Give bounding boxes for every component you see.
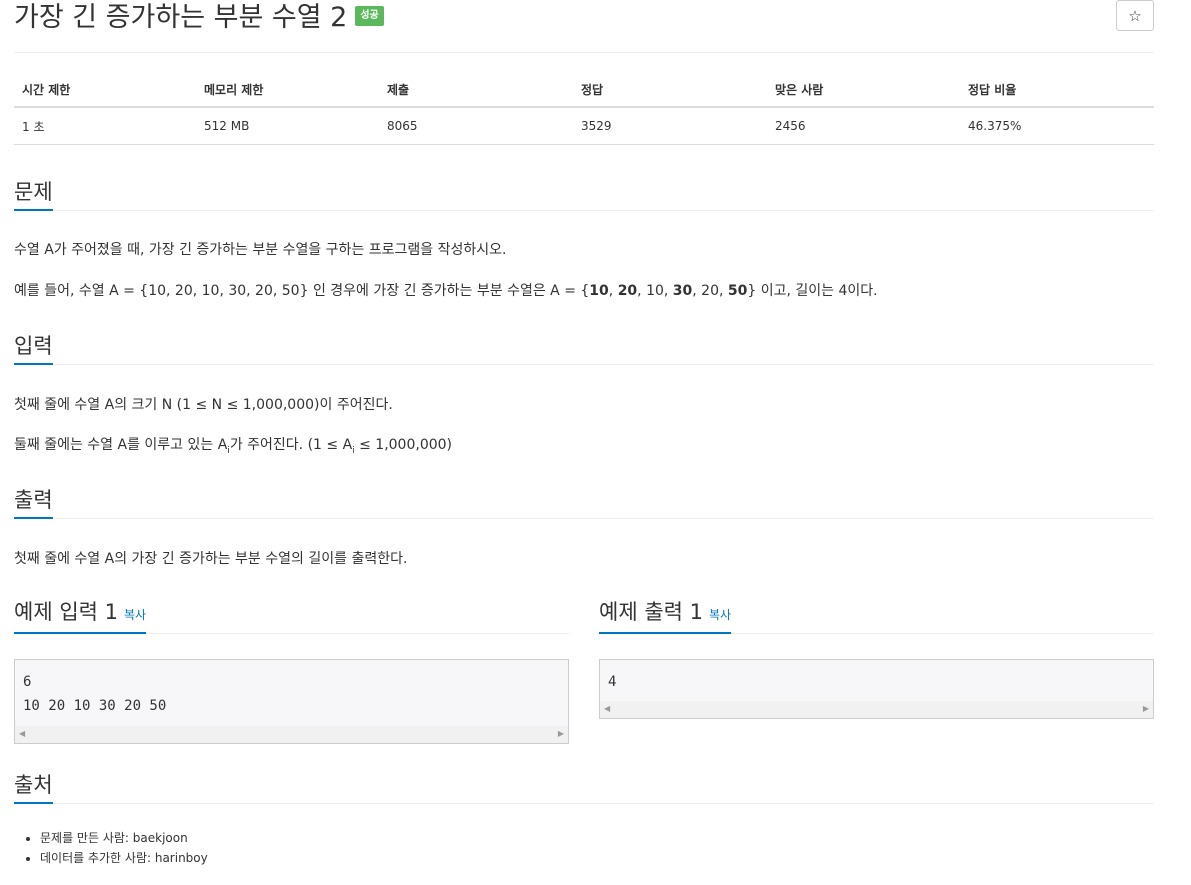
sample-input-content: 6 10 20 10 30 20 50: [23, 674, 167, 714]
horizontal-scrollbar[interactable]: ◀ ▶: [600, 701, 1153, 718]
header-accepted: 정답: [573, 72, 767, 108]
header-accept-ratio: 정답 비율: [960, 72, 1154, 108]
sample-output-box: 4 ◀ ▶: [599, 659, 1154, 719]
sample-input-header: 예제 입력 1 복사: [14, 597, 569, 634]
list-item: 데이터를 추가한 사람: harinboy: [40, 848, 208, 868]
problem-text-2-part: 예를 들어, 수열 A = {10, 20, 10, 30, 20, 50} 인…: [14, 283, 590, 299]
header-solved-users: 맞은 사람: [767, 72, 960, 108]
problem-page: 가장 긴 증가하는 부분 수열 2 성공 ☆ 시간 제한 메모리 제한 제출 정답…: [14, 0, 1154, 804]
output-section-header: 출력: [14, 482, 1154, 519]
sample-input-heading: 예제 입력 1 복사: [14, 596, 147, 634]
input-text-2-part: ≤ 1,000,000): [354, 437, 452, 453]
list-item: 문제를 만든 사람: baekjoon: [40, 828, 208, 848]
problem-text-2-part: , 20,: [692, 283, 728, 299]
problem-text-2-part: } 이고, 길이는 4이다.: [747, 283, 878, 299]
value-submissions: 8065: [379, 107, 573, 145]
problem-text-2-part: , 10,: [637, 283, 673, 299]
horizontal-scrollbar[interactable]: ◀ ▶: [15, 726, 568, 743]
sample-input-box: 6 10 20 10 30 20 50 ◀ ▶: [14, 659, 569, 744]
scroll-left-icon[interactable]: ◀: [19, 729, 25, 738]
problem-section-header: 문제: [14, 174, 1154, 211]
info-value-row: 1 초 512 MB 8065 3529 2456 46.375%: [14, 107, 1154, 145]
scroll-left-icon[interactable]: ◀: [604, 704, 610, 713]
input-heading: 입력: [14, 330, 53, 365]
star-button[interactable]: ☆: [1116, 0, 1154, 31]
output-heading: 출력: [14, 484, 53, 519]
problem-text-bold: 50: [727, 283, 748, 299]
scroll-right-icon[interactable]: ▶: [1143, 704, 1149, 713]
sample-output-content: 4: [608, 674, 617, 690]
star-icon: ☆: [1128, 7, 1142, 25]
sample-input-title: 예제 입력 1: [14, 600, 118, 624]
value-accept-ratio: 46.375%: [960, 107, 1154, 145]
problem-text-bold: 10: [589, 283, 609, 299]
output-text-1: 첫째 줄에 수열 A의 가장 긴 증가하는 부분 수열의 길이를 출력한다.: [14, 551, 408, 567]
input-text-2-part: 둘째 줄에는 수열 A를 이루고 있는 A: [14, 437, 228, 453]
sample-output-header: 예제 출력 1 복사: [599, 597, 1154, 634]
problem-text-2-part: ,: [608, 283, 618, 299]
page-title: 가장 긴 증가하는 부분 수열 2 성공: [14, 0, 384, 36]
problem-info-table: 시간 제한 메모리 제한 제출 정답 맞은 사람 정답 비율 1 초 512 M…: [14, 72, 1154, 145]
problem-title: 가장 긴 증가하는 부분 수열 2: [14, 2, 348, 33]
input-text-2-part: 가 주어진다. (1 ≤ A: [229, 437, 353, 453]
value-time-limit: 1 초: [14, 107, 196, 145]
problem-heading: 문제: [14, 176, 53, 211]
sample-output-title: 예제 출력 1: [599, 600, 703, 624]
info-header-row: 시간 제한 메모리 제한 제출 정답 맞은 사람 정답 비율: [14, 72, 1154, 108]
problem-text-bold: 30: [672, 283, 693, 299]
input-text-2: 둘째 줄에는 수열 A를 이루고 있는 Ai가 주어진다. (1 ≤ Ai ≤ …: [14, 435, 452, 461]
header-submissions: 제출: [379, 72, 573, 108]
source-section-header: 출처: [14, 767, 1154, 804]
copy-sample-output-button[interactable]: 복사: [709, 608, 731, 622]
source-heading: 출처: [14, 769, 53, 804]
status-badge: 성공: [355, 5, 384, 26]
problem-text-1: 수열 A가 주어졌을 때, 가장 긴 증가하는 부분 수열을 구하는 프로그램을…: [14, 242, 507, 258]
copy-sample-input-button[interactable]: 복사: [124, 608, 146, 622]
value-solved-users: 2456: [767, 107, 960, 145]
value-accepted: 3529: [573, 107, 767, 145]
sample-output-heading: 예제 출력 1 복사: [599, 596, 732, 634]
problem-text-2: 예를 들어, 수열 A = {10, 20, 10, 30, 20, 50} 인…: [14, 281, 878, 301]
header-memory-limit: 메모리 제한: [196, 72, 379, 108]
input-text-1: 첫째 줄에 수열 A의 크기 N (1 ≤ N ≤ 1,000,000)이 주어…: [14, 397, 393, 413]
problem-text-bold: 20: [617, 283, 638, 299]
scroll-right-icon[interactable]: ▶: [558, 729, 564, 738]
title-row: 가장 긴 증가하는 부분 수열 2 성공 ☆: [14, 0, 1154, 53]
source-list: 문제를 만든 사람: baekjoon 데이터를 추가한 사람: harinbo…: [20, 828, 208, 868]
input-section-header: 입력: [14, 328, 1154, 365]
value-memory-limit: 512 MB: [196, 107, 379, 145]
header-time-limit: 시간 제한: [14, 72, 196, 108]
